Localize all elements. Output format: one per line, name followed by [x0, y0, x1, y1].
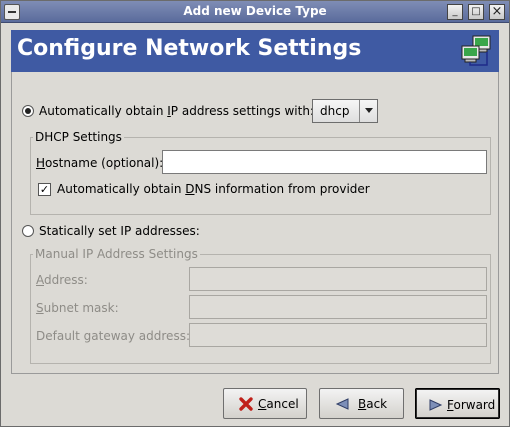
ip-method-value: dhcp — [320, 104, 350, 118]
network-computers-icon — [461, 35, 491, 66]
address-input[interactable] — [189, 267, 487, 291]
subnet-mask-field[interactable] — [190, 296, 486, 318]
page-title: Configure Network Settings — [17, 36, 362, 61]
static-ip-radio[interactable] — [22, 225, 34, 237]
subnet-mask-input[interactable] — [189, 295, 487, 319]
arrow-left-icon — [335, 398, 349, 410]
dns-checkbox-label[interactable]: Automatically obtain DNS information fro… — [57, 182, 370, 196]
dhcp-settings-title: DHCP Settings — [33, 130, 124, 144]
forward-button[interactable]: Forward — [415, 388, 500, 419]
hostname-input[interactable] — [162, 150, 487, 174]
settings-panel: Automatically obtain IP address settings… — [11, 72, 499, 374]
back-button[interactable]: Back — [319, 388, 404, 419]
auto-ip-radio[interactable] — [22, 105, 34, 117]
address-field[interactable] — [190, 268, 486, 290]
ip-method-select[interactable]: dhcp — [312, 99, 378, 123]
auto-ip-label[interactable]: Automatically obtain IP address settings… — [39, 104, 314, 118]
static-ip-label[interactable]: Statically set IP addresses: — [39, 224, 200, 238]
dhcp-settings-group — [30, 137, 491, 215]
close-button[interactable]: × — [489, 4, 505, 20]
address-label: Address: — [36, 273, 88, 287]
window-title: Add new Device Type — [183, 4, 327, 18]
hostname-label: Hostname (optional): — [36, 156, 164, 170]
arrow-right-icon — [429, 399, 443, 411]
chevron-down-icon — [359, 100, 377, 122]
title-bar[interactable]: Add new Device Type _ □ × — [1, 1, 509, 23]
manual-ip-title: Manual IP Address Settings — [33, 247, 200, 261]
cancel-button[interactable]: Cancel — [223, 388, 307, 419]
cancel-x-icon — [239, 397, 253, 411]
maximize-button[interactable]: □ — [468, 4, 484, 20]
dns-checkbox[interactable]: ✓ — [38, 183, 51, 196]
page-header: Configure Network Settings — [11, 30, 499, 72]
gateway-input[interactable] — [189, 323, 487, 347]
gateway-label: Default gateway address: — [36, 329, 190, 343]
hostname-field[interactable] — [163, 151, 486, 173]
subnet-mask-label: Subnet mask: — [36, 301, 119, 315]
minimize-button[interactable]: _ — [447, 4, 463, 20]
dialog-window: Add new Device Type _ □ × Configure Netw… — [0, 0, 510, 427]
gateway-field[interactable] — [190, 324, 486, 346]
